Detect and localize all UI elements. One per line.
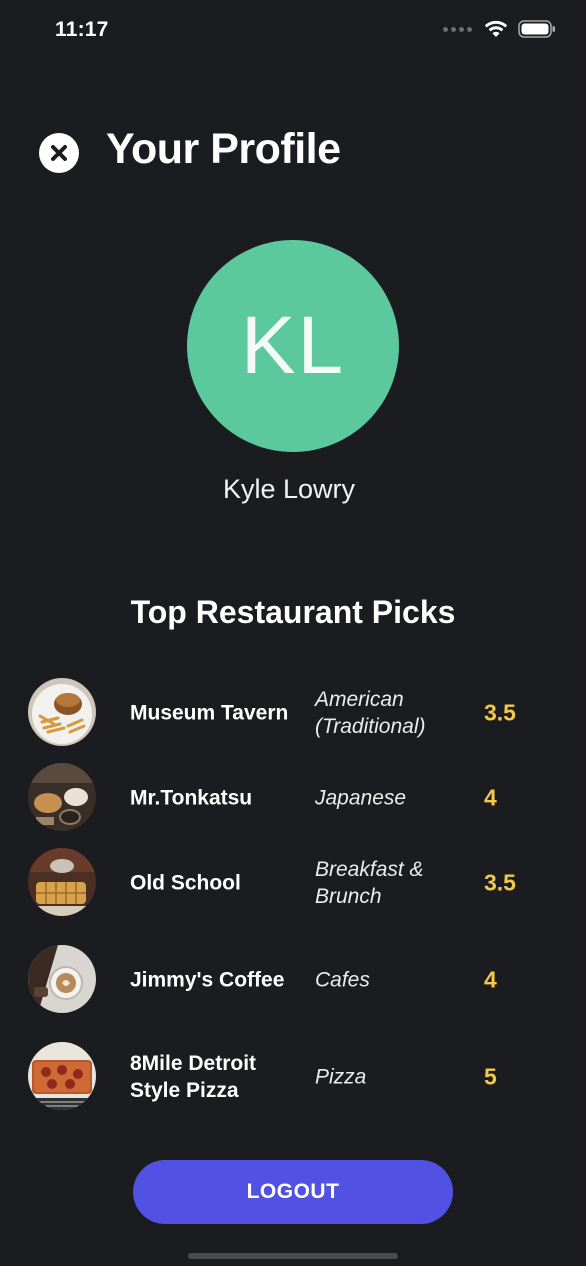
restaurant-cuisine: Cafes (315, 968, 370, 992)
restaurant-cuisine: Japanese (315, 786, 407, 810)
status-time: 11:17 (55, 18, 109, 41)
burger-fries-photo (28, 678, 96, 746)
user-name: Kyle Lowry (222, 474, 356, 504)
logout-label: LOGOUT (246, 1180, 340, 1203)
restaurant-rating: 3.5 (484, 869, 516, 896)
signal-dots-icon (443, 26, 472, 32)
restaurant-cuisine: American (Traditional) (315, 688, 426, 738)
pizza-photo (28, 1042, 96, 1110)
close-icon (51, 145, 67, 161)
page-title: Your Profile (106, 125, 341, 173)
avatar: KL (187, 240, 399, 452)
status-icons (443, 20, 556, 38)
restaurant-name: Mr.Tonkatsu (130, 786, 253, 810)
list-item[interactable]: Jimmy's Coffee Cafes 4 (0, 945, 586, 1015)
restaurant-rating: 5 (484, 1063, 497, 1090)
restaurant-name: Museum Tavern (130, 701, 289, 725)
section-title: Top Restaurant Picks (130, 594, 456, 630)
restaurant-rating: 4 (484, 784, 497, 811)
restaurant-cuisine: Breakfast & Brunch (315, 858, 424, 908)
restaurant-name: Jimmy's Coffee (130, 968, 285, 992)
wifi-icon (484, 20, 508, 37)
profile-screen: 11:17 Your Profile KL Kyle Lowry Top Res… (0, 0, 586, 1266)
close-button[interactable] (39, 133, 79, 173)
list-item[interactable]: 8Mile Detroit Style Pizza Pizza 5 (0, 1042, 586, 1112)
list-item[interactable]: Old School Breakfast & Brunch 3.5 (0, 848, 586, 918)
list-item[interactable]: Mr.Tonkatsu Japanese 4 (0, 763, 586, 833)
list-item[interactable]: Museum Tavern American (Traditional) 3.5 (0, 678, 586, 748)
restaurant-rating: 4 (484, 966, 497, 993)
tonkatsu-photo (28, 763, 96, 831)
home-indicator (188, 1253, 398, 1259)
avatar-initials: KL (240, 300, 346, 391)
logout-button[interactable]: LOGOUT (133, 1160, 453, 1224)
coffee-photo (28, 945, 96, 1013)
waffle-photo (28, 848, 96, 916)
restaurant-name: Old School (130, 871, 241, 895)
restaurant-cuisine: Pizza (315, 1065, 367, 1089)
restaurant-rating: 3.5 (484, 699, 516, 726)
restaurant-name: 8Mile Detroit Style Pizza (130, 1052, 257, 1102)
battery-icon (518, 20, 555, 38)
